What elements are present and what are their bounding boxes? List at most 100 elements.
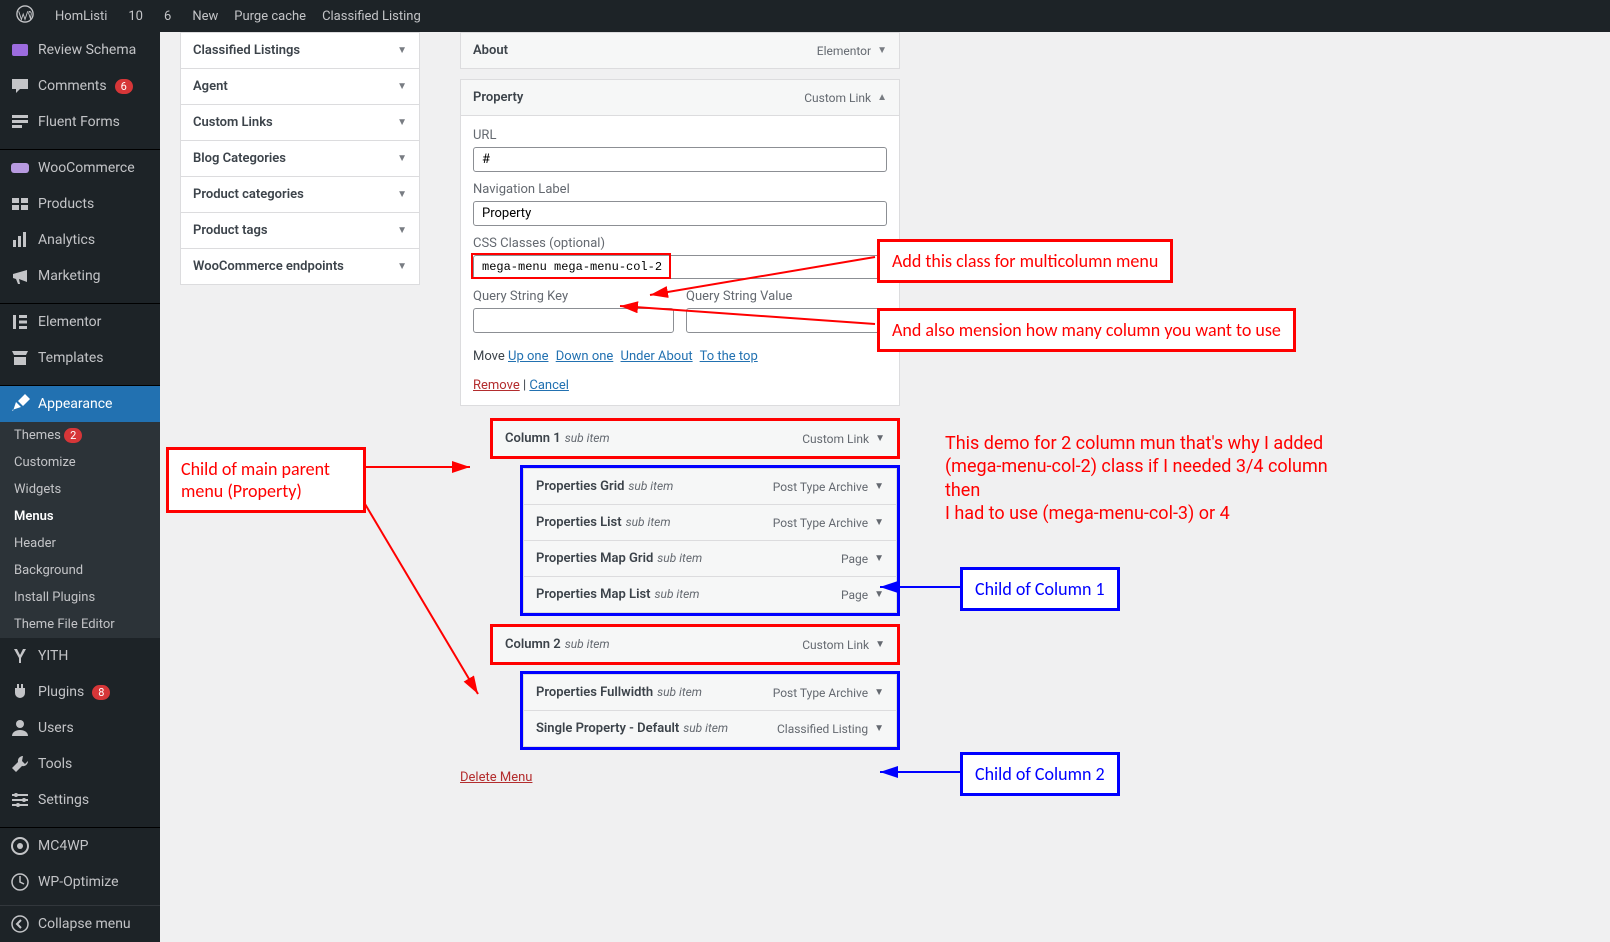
sidebar-themes[interactable]: Themes 2 [0,422,160,449]
panel-blog-categories[interactable]: Blog Categories▼ [181,140,419,176]
panel-agent[interactable]: Agent▼ [181,68,419,104]
sidebar-products[interactable]: Products [0,186,160,222]
sidebar-install-plugins[interactable]: Install Plugins [0,584,160,611]
admin-bar: HomListi 10 6 New Purge cache Classified… [0,0,1610,32]
sidebar-settings[interactable]: Settings [0,782,160,818]
sidebar-plugins[interactable]: Plugins8 [0,674,160,710]
url-input[interactable] [473,147,887,172]
sidebar-wp-optimize[interactable]: WP-Optimize [0,864,160,900]
sidebar-widgets[interactable]: Widgets [0,476,160,503]
menu-item-properties-map-grid[interactable]: Properties Map Gridsub item Page▼ [523,540,897,577]
sidebar-templates[interactable]: Templates [0,340,160,376]
menu-item-column-2[interactable]: Column 2sub item Custom Link▼ [490,624,900,665]
annotation-child-col2: Child of Column 2 [960,752,1120,796]
metabox-list: Classified Listings▼ Agent▼ Custom Links… [180,32,420,285]
menu-item-column-1[interactable]: Column 1sub item Custom Link▼ [490,418,900,459]
chevron-down-icon: ▼ [397,45,407,56]
annotation-add-class: Add this class for multicolumn menu [877,239,1173,283]
sidebar-collapse[interactable]: Collapse menu [0,905,160,942]
sidebar-woocommerce[interactable]: WooCommerce [0,150,160,186]
wp-logo[interactable] [8,0,42,32]
move-up-one[interactable]: Up one [508,349,548,364]
remove-link[interactable]: Remove [473,378,520,393]
chevron-down-icon: ▼ [874,553,884,564]
panel-classified-listings[interactable]: Classified Listings▼ [181,33,419,68]
menu-item-single-property[interactable]: Single Property - Defaultsub item Classi… [523,710,897,747]
chevron-up-icon: ▲ [877,92,887,103]
move-under-about[interactable]: Under About [621,349,693,364]
new-content[interactable]: New [179,0,226,32]
sidebar-yith[interactable]: YITH [0,638,160,674]
themes-badge: 2 [64,428,82,443]
nav-label-input[interactable] [473,201,887,226]
qsv-label: Query String Value [686,289,887,304]
delete-menu-link[interactable]: Delete Menu [460,770,532,785]
sidebar-appearance[interactable]: Appearance [0,386,160,422]
qsk-label: Query String Key [473,289,674,304]
url-label: URL [473,128,887,143]
qsv-input[interactable] [686,308,887,333]
css-classes-input[interactable] [473,255,887,279]
chevron-down-icon: ▼ [397,153,407,164]
panel-custom-links[interactable]: Custom Links▼ [181,104,419,140]
column-1-children: Properties Gridsub item Post Type Archiv… [520,465,900,616]
chevron-down-icon: ▼ [874,517,884,528]
cancel-link[interactable]: Cancel [529,378,569,393]
sidebar-fluent-forms[interactable]: Fluent Forms [0,104,160,140]
annotation-child-parent: Child of main parent menu (Property) [166,447,366,513]
qsk-input[interactable] [473,308,674,333]
move-down-one[interactable]: Down one [556,349,614,364]
chevron-down-icon: ▼ [874,589,884,600]
main-content: Classified Listings▼ Agent▼ Custom Links… [160,32,1610,942]
panel-product-tags[interactable]: Product tags▼ [181,212,419,248]
move-controls: Move Up one Down one Under About To the … [473,349,887,364]
sidebar-tools[interactable]: Tools [0,746,160,782]
chevron-down-icon: ▼ [874,723,884,734]
menu-item-properties-list[interactable]: Properties Listsub item Post Type Archiv… [523,504,897,541]
annotation-child-col1: Child of Column 1 [960,567,1120,611]
sidebar-background[interactable]: Background [0,557,160,584]
menu-item-properties-fullwidth[interactable]: Properties Fullwidthsub item Post Type A… [523,674,897,711]
nav-label-label: Navigation Label [473,182,887,197]
annotation-demo-text: This demo for 2 column mun that's why I … [945,432,1365,526]
sidebar-theme-editor[interactable]: Theme File Editor [0,611,160,638]
panel-wc-endpoints[interactable]: WooCommerce endpoints▼ [181,248,419,284]
menu-item-property: Property Custom Link▲ URL Navigation Lab… [460,79,900,406]
site-name[interactable]: HomListi [42,0,115,32]
sidebar-header[interactable]: Header [0,530,160,557]
sidebar-menus[interactable]: Menus [0,503,160,530]
chevron-down-icon: ▼ [874,481,884,492]
chevron-down-icon: ▼ [875,433,885,444]
sidebar-users[interactable]: Users [0,710,160,746]
comments-badge: 6 [115,79,133,94]
menu-item-properties-grid[interactable]: Properties Gridsub item Post Type Archiv… [523,468,897,505]
sidebar-mc4wp[interactable]: MC4WP [0,828,160,864]
chevron-down-icon: ▼ [875,639,885,650]
wordpress-icon [16,5,34,27]
chevron-down-icon: ▼ [874,687,884,698]
chevron-down-icon: ▼ [397,81,407,92]
chevron-down-icon: ▼ [877,45,887,56]
admin-sidebar: Review Schema Comments6 Fluent Forms Woo… [0,32,160,942]
menu-item-about-header[interactable]: About Elementor▼ [461,33,899,68]
comments-count[interactable]: 6 [151,0,179,32]
annotation-mention-col: And also mension how many column you wan… [877,308,1296,352]
menu-item-property-header[interactable]: Property Custom Link▲ [461,80,899,115]
updates[interactable]: 10 [115,0,151,32]
chevron-down-icon: ▼ [397,225,407,236]
sidebar-customize[interactable]: Customize [0,449,160,476]
purge-cache[interactable]: Purge cache [226,0,314,32]
panel-product-categories[interactable]: Product categories▼ [181,176,419,212]
sidebar-marketing[interactable]: Marketing [0,258,160,294]
css-classes-label: CSS Classes (optional) [473,236,887,251]
menu-item-properties-map-list[interactable]: Properties Map Listsub item Page▼ [523,576,897,613]
menu-structure: About Elementor▼ Property Custom Link▲ U… [460,32,900,785]
sidebar-analytics[interactable]: Analytics [0,222,160,258]
chevron-down-icon: ▼ [397,261,407,272]
sidebar-review-schema[interactable]: Review Schema [0,32,160,68]
classified-listing[interactable]: Classified Listing [314,0,429,32]
sidebar-comments[interactable]: Comments6 [0,68,160,104]
chevron-down-icon: ▼ [397,117,407,128]
sidebar-elementor[interactable]: Elementor [0,304,160,340]
move-to-top[interactable]: To the top [700,349,758,364]
